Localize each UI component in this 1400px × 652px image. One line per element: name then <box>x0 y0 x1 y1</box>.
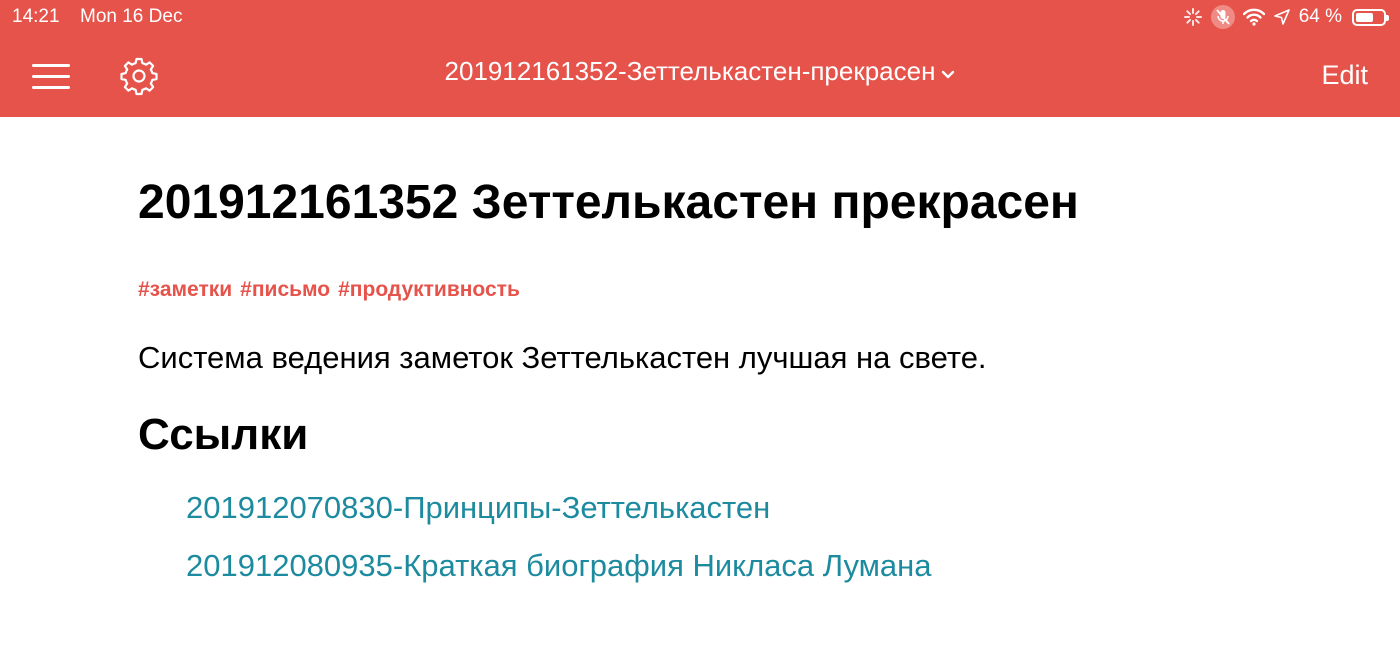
tag-link[interactable]: #письмо <box>240 278 330 302</box>
note-content: 201912161352 Зеттелькастен прекрасен #за… <box>138 170 1338 606</box>
activity-spinner-icon <box>1183 7 1203 27</box>
battery-percent: 64 % <box>1298 6 1342 27</box>
mic-muted-icon <box>1210 5 1235 29</box>
chevron-down-icon <box>941 56 955 87</box>
status-date: Mon 16 Dec <box>80 6 183 27</box>
nav-title: 201912161352-Зеттелькастен-прекрасен <box>444 56 936 86</box>
gear-icon[interactable] <box>119 56 159 96</box>
status-icons: 64 % <box>1183 5 1389 29</box>
hamburger-menu-icon[interactable] <box>32 62 72 90</box>
note-link[interactable]: 201912080935-Краткая биография Никласа Л… <box>186 548 1338 584</box>
battery-fill <box>1356 12 1373 22</box>
edit-button[interactable]: Edit <box>1321 60 1368 91</box>
links-heading: Ссылки <box>138 410 309 459</box>
battery-icon <box>1352 8 1389 26</box>
location-arrow-icon <box>1273 8 1291 26</box>
tag-list: #заметки #письмо #продуктивность <box>138 278 1338 302</box>
tag-link[interactable]: #заметки <box>138 278 232 302</box>
status-bar: 14:21 Mon 16 Dec 64 % <box>0 0 1400 34</box>
navigation-bar: 201912161352-Зеттелькастен-прекрасен Edi… <box>0 34 1400 117</box>
tag-link[interactable]: #продуктивность <box>338 278 520 302</box>
note-heading: 201912161352 Зеттелькастен прекрасен <box>138 176 1079 229</box>
note-link[interactable]: 201912070830-Принципы-Зеттелькастен <box>186 490 1338 526</box>
note-title-dropdown[interactable]: 201912161352-Зеттелькастен-прекрасен <box>400 56 1000 87</box>
app-header: 14:21 Mon 16 Dec 64 % 201912161352-Зетте… <box>0 0 1400 117</box>
links-list: 201912070830-Принципы-Зеттелькастен 2019… <box>186 490 1338 584</box>
wifi-icon <box>1242 8 1265 26</box>
battery-cap <box>1386 14 1389 21</box>
note-paragraph: Система ведения заметок Зеттелькастен лу… <box>138 340 987 375</box>
status-time: 14:21 <box>12 6 60 27</box>
